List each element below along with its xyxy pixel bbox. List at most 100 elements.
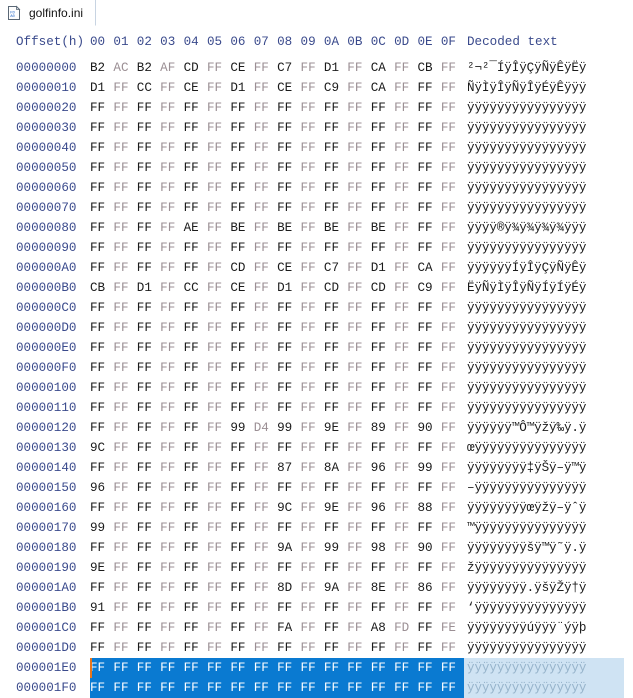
- byte-cell[interactable]: FF: [207, 78, 230, 98]
- byte-cell[interactable]: FF: [137, 378, 160, 398]
- byte-cell[interactable]: FF: [441, 318, 464, 338]
- byte-cell[interactable]: D1: [137, 278, 160, 298]
- byte-cell[interactable]: FF: [90, 358, 113, 378]
- byte-cell[interactable]: FF: [441, 98, 464, 118]
- byte-cell[interactable]: FF: [160, 618, 183, 638]
- byte-cell[interactable]: FF: [347, 578, 370, 598]
- byte-cell[interactable]: FF: [371, 198, 394, 218]
- byte-cell[interactable]: FF: [137, 198, 160, 218]
- byte-cell[interactable]: FF: [347, 558, 370, 578]
- byte-cell[interactable]: FF: [184, 318, 207, 338]
- byte-cell[interactable]: FF: [230, 438, 253, 458]
- byte-cell[interactable]: FF: [347, 78, 370, 98]
- byte-cell[interactable]: FF: [137, 498, 160, 518]
- byte-cell[interactable]: FF: [301, 318, 324, 338]
- byte-cell[interactable]: FF: [394, 678, 417, 698]
- byte-cell[interactable]: FF: [254, 58, 277, 78]
- byte-cell[interactable]: FF: [417, 518, 440, 538]
- byte-cell[interactable]: FF: [113, 598, 136, 618]
- byte-cell[interactable]: FF: [441, 518, 464, 538]
- byte-cell[interactable]: FF: [277, 358, 300, 378]
- hex-row[interactable]: 00000180 FF FF FF FF FF FF FF FF 9A FF 99 FF 98 FF 90 FF…: [0, 538, 633, 558]
- byte-cell[interactable]: FF: [347, 638, 370, 658]
- byte-cell[interactable]: FF: [90, 158, 113, 178]
- byte-cell[interactable]: FF: [184, 578, 207, 598]
- byte-cell[interactable]: FF: [301, 378, 324, 398]
- byte-cell[interactable]: CE: [230, 58, 253, 78]
- byte-cell[interactable]: FF: [160, 158, 183, 178]
- byte-cell[interactable]: FF: [394, 178, 417, 198]
- byte-cell[interactable]: FF: [301, 238, 324, 258]
- byte-cell[interactable]: 98: [371, 538, 394, 558]
- byte-cell[interactable]: B2: [137, 58, 160, 78]
- byte-cell[interactable]: BE: [324, 218, 347, 238]
- byte-cell[interactable]: FF: [113, 278, 136, 298]
- byte-cell[interactable]: FF: [441, 198, 464, 218]
- row-decoded-text[interactable]: ÿÿÿÿ®ÿ¾ÿ¾ÿ¾ÿ¾ÿÿÿ: [464, 218, 624, 238]
- row-bytes[interactable]: FF FF FF FF FF FF FF FF FF FF FF FF FF FF FF FF: [90, 138, 464, 158]
- byte-cell[interactable]: FF: [394, 538, 417, 558]
- row-decoded-text[interactable]: ÿÿÿÿÿÿÿÿÿÿÿÿÿÿÿÿ: [464, 378, 624, 398]
- row-bytes[interactable]: 9E FF FF FF FF FF FF FF FF FF FF FF FF FF FF FF: [90, 558, 464, 578]
- byte-cell[interactable]: FF: [90, 458, 113, 478]
- byte-cell[interactable]: FF: [207, 58, 230, 78]
- row-decoded-text[interactable]: ÿÿÿÿÿÿ™Ô™ÿžÿ‰ÿ.ÿ: [464, 418, 624, 438]
- byte-cell[interactable]: FF: [113, 218, 136, 238]
- byte-cell[interactable]: FF: [160, 678, 183, 698]
- byte-cell[interactable]: FF: [90, 138, 113, 158]
- byte-cell[interactable]: FF: [254, 338, 277, 358]
- byte-cell[interactable]: FF: [184, 438, 207, 458]
- row-decoded-text[interactable]: žÿÿÿÿÿÿÿÿÿÿÿÿÿÿÿ: [464, 558, 624, 578]
- row-bytes[interactable]: FF FF FF FF FF FF FF FF FF FF FF FF FF FF FF FF: [90, 318, 464, 338]
- byte-cell[interactable]: FF: [371, 178, 394, 198]
- byte-cell[interactable]: FF: [113, 178, 136, 198]
- byte-cell[interactable]: FF: [207, 498, 230, 518]
- byte-cell[interactable]: 99: [417, 458, 440, 478]
- row-decoded-text[interactable]: ÿÿÿÿÿÿÿÿ‡ÿŠÿ–ÿ™ÿ: [464, 458, 624, 478]
- byte-cell[interactable]: FF: [207, 478, 230, 498]
- byte-cell[interactable]: FF: [371, 658, 394, 678]
- byte-cell[interactable]: FF: [347, 458, 370, 478]
- byte-cell[interactable]: FF: [301, 478, 324, 498]
- byte-cell[interactable]: FF: [160, 478, 183, 498]
- byte-cell[interactable]: FF: [184, 158, 207, 178]
- byte-cell[interactable]: 96: [371, 458, 394, 478]
- byte-cell[interactable]: FF: [230, 458, 253, 478]
- byte-cell[interactable]: FF: [137, 118, 160, 138]
- byte-cell[interactable]: FF: [113, 518, 136, 538]
- byte-cell[interactable]: FF: [137, 178, 160, 198]
- byte-cell[interactable]: FF: [277, 318, 300, 338]
- byte-cell[interactable]: FF: [277, 438, 300, 458]
- byte-cell[interactable]: FF: [160, 198, 183, 218]
- byte-cell[interactable]: FF: [277, 118, 300, 138]
- byte-cell[interactable]: FF: [254, 438, 277, 458]
- byte-cell[interactable]: FF: [394, 78, 417, 98]
- byte-cell[interactable]: FF: [184, 558, 207, 578]
- row-decoded-text[interactable]: ÑÿÌÿÎÿÑÿÎÿÉÿÊÿÿÿ: [464, 78, 624, 98]
- byte-cell[interactable]: FF: [394, 518, 417, 538]
- byte-cell[interactable]: FF: [184, 378, 207, 398]
- byte-cell[interactable]: FF: [230, 378, 253, 398]
- byte-cell[interactable]: FF: [394, 398, 417, 418]
- row-decoded-text[interactable]: ÿÿÿÿÿÿÿÿÿÿÿÿÿÿÿÿ: [464, 298, 624, 318]
- byte-cell[interactable]: FF: [184, 658, 207, 678]
- byte-cell[interactable]: FF: [113, 78, 136, 98]
- hex-row[interactable]: 00000120 FF FF FF FF FF FF 99 D4 99 FF 9E FF 89 FF 90 FF…: [0, 418, 633, 438]
- byte-cell[interactable]: FF: [277, 158, 300, 178]
- byte-cell[interactable]: FF: [324, 98, 347, 118]
- byte-cell[interactable]: D1: [90, 78, 113, 98]
- byte-cell[interactable]: FF: [254, 558, 277, 578]
- byte-cell[interactable]: FF: [254, 458, 277, 478]
- hex-row[interactable]: 000001A0 FF FF FF FF FF FF FF FF 8D FF 9A FF 8E FF 86 FF…: [0, 578, 633, 598]
- byte-cell[interactable]: FF: [113, 238, 136, 258]
- byte-cell[interactable]: FF: [441, 438, 464, 458]
- byte-cell[interactable]: FF: [160, 598, 183, 618]
- byte-cell[interactable]: FF: [254, 518, 277, 538]
- byte-cell[interactable]: FF: [207, 218, 230, 238]
- byte-cell[interactable]: FF: [301, 438, 324, 458]
- byte-cell[interactable]: FF: [324, 338, 347, 358]
- hex-row[interactable]: 00000060 FF FF FF FF FF FF FF FF FF FF FF FF FF FF FF FF…: [0, 178, 633, 198]
- byte-cell[interactable]: FF: [184, 538, 207, 558]
- row-bytes[interactable]: FF FF FF FF FF FF FF FF FF FF FF FF FF FF FF FF: [90, 118, 464, 138]
- row-bytes[interactable]: FF FF FF FF FF FF FF FF FF FF FF FF FF FF FF FF: [90, 338, 464, 358]
